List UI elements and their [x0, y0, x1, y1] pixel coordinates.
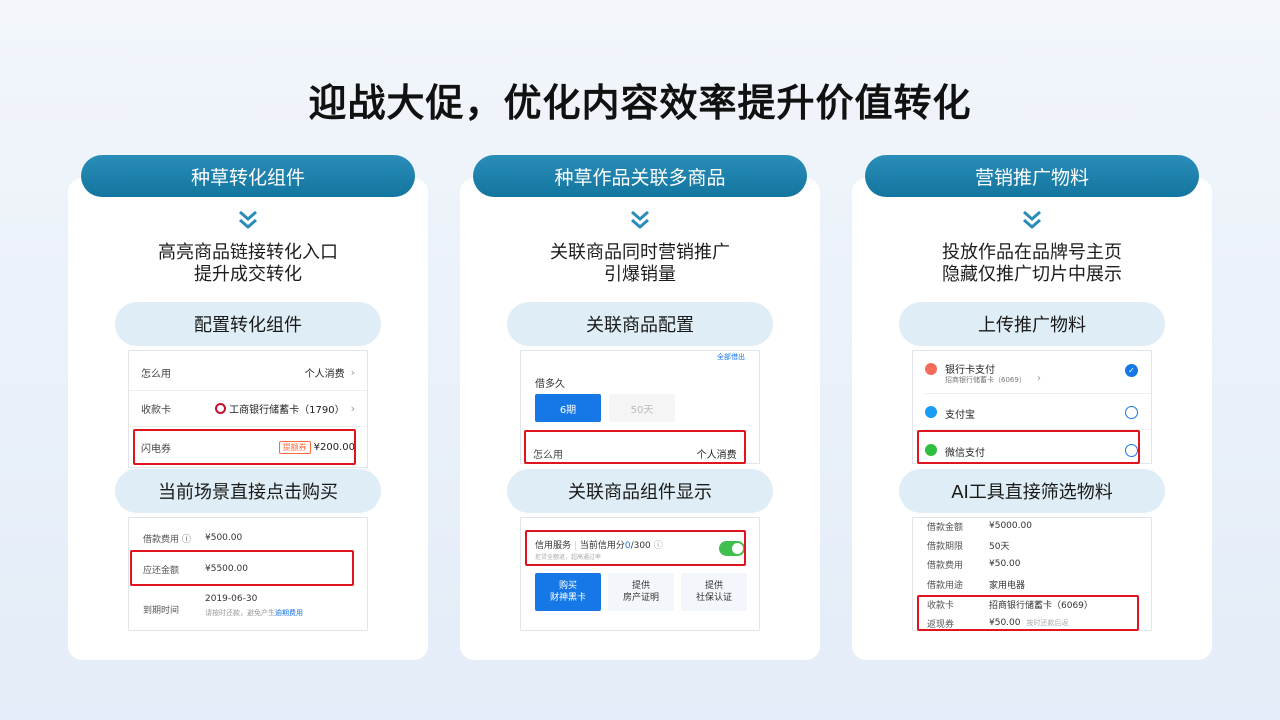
chevron-down-icon	[239, 210, 257, 229]
bank-logo-icon	[215, 403, 227, 414]
term-option-50[interactable]: 50天	[609, 394, 675, 422]
card-header-2: 种草作品关联多商品	[473, 155, 807, 197]
check-selected-icon[interactable]: ✓	[1125, 364, 1138, 377]
chevron-right-icon: ›	[1037, 373, 1041, 384]
chevron-right-icon: ›	[350, 366, 355, 379]
sub-heading-direct-buy: 当前场景直接点击购买	[115, 469, 381, 513]
highlight-box	[524, 430, 746, 464]
alipay-icon	[925, 406, 937, 418]
list-item[interactable]: 收款卡 工商银行储蓄卡（1790） ›	[129, 391, 367, 427]
chevron-down-icon	[1023, 210, 1041, 229]
detail-row: 借款用途 家用电器	[927, 580, 1026, 591]
term-option-6[interactable]: 6期	[535, 394, 601, 422]
payment-option-bank-sub: 招商银行储蓄卡（6069）	[945, 376, 1026, 384]
payment-option-bank[interactable]: 银行卡支付	[945, 361, 995, 376]
highlight-box	[133, 429, 356, 465]
property-proof-button[interactable]: 提供 房产证明	[608, 573, 674, 611]
highlight-box	[525, 530, 746, 566]
radio-unselected-icon[interactable]	[1125, 406, 1138, 419]
card-header-3: 营销推广物料	[865, 155, 1199, 197]
card-description-1: 高亮商品链接转化入口 提升成交转化	[158, 242, 338, 285]
chevron-down-icon	[631, 210, 649, 229]
buy-card-button[interactable]: 购买 财神黑卡	[535, 573, 601, 611]
sub-heading-config: 配置转化组件	[115, 302, 381, 346]
highlight-box	[917, 595, 1139, 631]
detail-row: 借款费用 ⓘ ¥500.00	[143, 533, 243, 545]
overdue-fee-link[interactable]: 逾期费用	[275, 609, 303, 617]
card-description-3: 投放作品在品牌号主页 隐藏仅推广切片中展示	[942, 242, 1122, 285]
card-description-2: 关联商品同时营销推广 引爆销量	[550, 242, 730, 285]
payment-option-alipay[interactable]: 支付宝	[945, 406, 975, 421]
chevron-right-icon: ›	[350, 402, 355, 415]
sub-heading-linked-config: 关联商品配置	[507, 302, 773, 346]
highlight-box	[130, 550, 354, 586]
highlight-box	[917, 430, 1140, 464]
sub-heading-linked-display: 关联商品组件显示	[507, 469, 773, 513]
list-item[interactable]: 怎么用 个人消费 ›	[129, 355, 367, 391]
borrow-duration-label: 借多久	[535, 379, 565, 390]
detail-row: 借款费用 ¥50.00	[927, 559, 1021, 571]
card-header-1: 种草转化组件	[81, 155, 415, 197]
page-title: 迎战大促，优化内容效率提升价值转化	[308, 81, 972, 125]
borrow-all-link[interactable]: 全部借出	[717, 352, 745, 362]
social-security-button[interactable]: 提供 社保认证	[681, 573, 747, 611]
sub-heading-upload: 上传推广物料	[899, 302, 1165, 346]
sub-heading-ai-filter: AI工具直接筛选物料	[899, 469, 1165, 513]
bank-card-icon	[925, 363, 937, 375]
